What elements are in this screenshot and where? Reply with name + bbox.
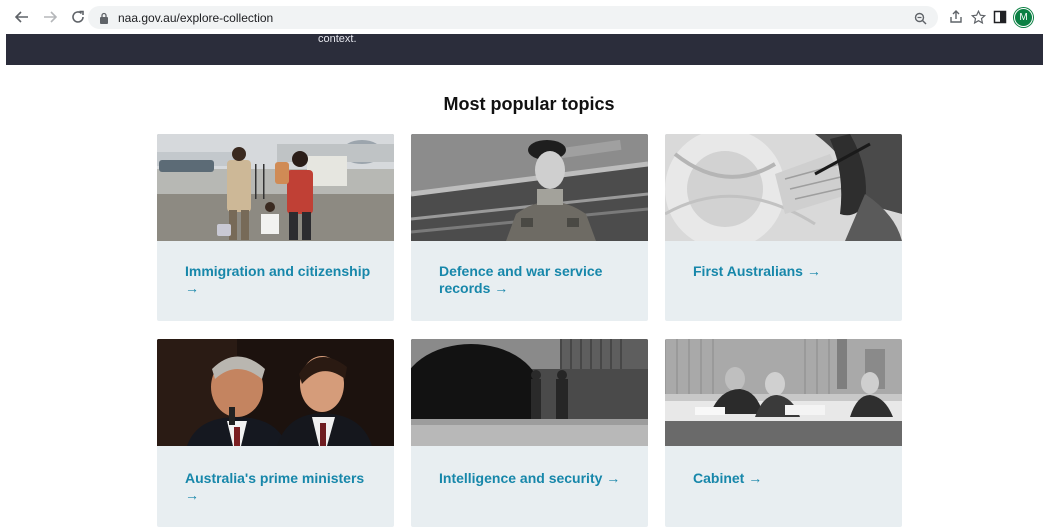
defence-photo[interactable] <box>411 134 648 241</box>
topic-title-intelligence[interactable]: Intelligence and security → <box>439 470 629 487</box>
prime-ministers-photo[interactable] <box>157 339 394 446</box>
topic-card-first-australians[interactable]: First Australians → <box>665 134 902 321</box>
side-panel-icon[interactable] <box>992 9 1008 25</box>
topic-card-prime-ministers[interactable]: Australia's prime ministers → <box>157 339 394 527</box>
url-text[interactable]: naa.gov.au/explore-collection <box>118 11 273 25</box>
arrow-right-icon: → <box>606 470 621 486</box>
section-heading: Most popular topics <box>443 94 615 114</box>
topic-title-immigration[interactable]: Immigration and citizenship → <box>185 263 375 297</box>
arrow-right-icon: → <box>185 280 199 296</box>
topic-title-first-australians[interactable]: First Australians → <box>693 263 883 280</box>
share-icon[interactable] <box>948 9 964 25</box>
arrow-right-icon: → <box>494 280 509 296</box>
immigration-photo[interactable] <box>157 134 394 241</box>
first-australians-photo[interactable] <box>665 134 902 241</box>
lock-icon[interactable] <box>98 12 110 24</box>
topic-card-cabinet[interactable]: Cabinet → <box>665 339 902 527</box>
cabinet-photo[interactable] <box>665 339 902 446</box>
browser-toolbar: naa.gov.au/explore-collection M <box>0 0 1043 34</box>
topic-title-defence[interactable]: Defence and war service records → <box>439 263 629 297</box>
back-arrow-icon[interactable] <box>10 5 34 29</box>
topic-title-cabinet[interactable]: Cabinet → <box>693 470 883 487</box>
topic-card-defence[interactable]: Defence and war service records → <box>411 134 648 321</box>
profile-avatar[interactable]: M <box>1014 8 1033 27</box>
zoom-icon[interactable] <box>912 10 928 26</box>
reload-icon[interactable] <box>66 5 90 29</box>
arrow-right-icon: → <box>806 263 821 279</box>
address-bar[interactable]: naa.gov.au/explore-collection <box>88 6 938 29</box>
intelligence-photo[interactable] <box>411 339 648 446</box>
topic-title-prime-ministers[interactable]: Australia's prime ministers → <box>185 470 375 504</box>
bookmark-star-icon[interactable] <box>970 9 986 25</box>
arrow-right-icon: → <box>185 487 199 503</box>
topic-card-immigration[interactable]: Immigration and citizenship → <box>157 134 394 321</box>
topic-card-intelligence[interactable]: Intelligence and security → <box>411 339 648 527</box>
forward-arrow-icon[interactable] <box>38 5 62 29</box>
hero-banner: context. <box>6 33 1043 65</box>
arrow-right-icon: → <box>748 470 763 486</box>
banner-text: context. <box>318 33 357 45</box>
